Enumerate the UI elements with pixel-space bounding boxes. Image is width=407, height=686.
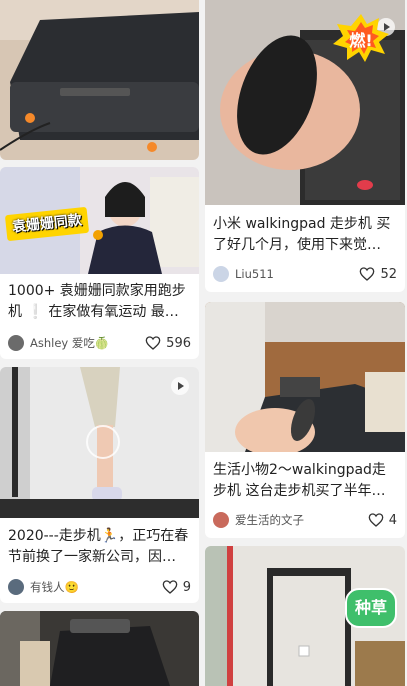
- like-button[interactable]: 52: [359, 266, 397, 282]
- avatar: [213, 266, 229, 282]
- card-caption: 生活小物2～walkingpad走步机 这台走步机买了半年…: [213, 462, 386, 499]
- author-name: Ashley 爱吃🍈: [30, 336, 110, 350]
- card-thumbnail: [0, 367, 199, 518]
- feed-card[interactable]: 2020---走步机🏃，正巧在春节前换了一家新公司，因… 有钱人🙂 9: [0, 367, 199, 603]
- like-button[interactable]: 596: [145, 335, 191, 351]
- avatar: [8, 579, 24, 595]
- sticker-text: 种草: [354, 598, 387, 617]
- card-meta: Ashley 爱吃🍈 596: [8, 333, 191, 353]
- card-caption: 1000+ 袁姗姗同款家用跑步机 ❕ 在家做有氧运动 最…: [8, 283, 186, 320]
- feed-card[interactable]: [0, 611, 199, 686]
- heart-icon: [368, 513, 384, 527]
- author-name: 有钱人🙂: [30, 580, 79, 594]
- heart-icon: [162, 580, 178, 594]
- like-count: 596: [166, 335, 191, 351]
- play-icon: [171, 377, 189, 395]
- like-count: 9: [182, 579, 191, 595]
- like-count: 52: [380, 266, 397, 282]
- feed-card[interactable]: 生活小物2～walkingpad走步机 这台走步机买了半年… 爱生活的文子 4: [205, 302, 405, 538]
- card-caption: 2020---走步机🏃，正巧在春节前换了一家新公司，因…: [8, 528, 189, 565]
- card-thumbnail: 袁姗姗同款: [0, 167, 199, 274]
- author-name: 爱生活的文子: [235, 513, 304, 527]
- avatar: [213, 512, 229, 528]
- heart-icon: [145, 336, 161, 350]
- feed-card[interactable]: 种草: [205, 546, 405, 686]
- card-meta: Liu511 52: [213, 264, 397, 284]
- like-button[interactable]: 9: [162, 579, 191, 595]
- card-thumbnail: [0, 0, 199, 160]
- like-button[interactable]: 4: [368, 512, 397, 528]
- card-thumbnail: [205, 302, 405, 452]
- card-thumbnail: 种草: [205, 546, 405, 686]
- burn-sticker: 燃!: [333, 14, 389, 62]
- feed-card[interactable]: 袁姗姗同款 1000+ 袁姗姗同款家用跑步机 ❕ 在家做有氧运动 最… Ashl…: [0, 167, 199, 359]
- card-thumbnail: [0, 611, 199, 686]
- card-meta: 有钱人🙂 9: [8, 577, 191, 597]
- feed-card[interactable]: 燃! 小米 walkingpad 走步机 买了好几个月，使用下来觉… Liu51…: [205, 0, 405, 292]
- avatar: [8, 335, 24, 351]
- heart-icon: [360, 267, 375, 281]
- grass-sticker: 种草: [345, 588, 397, 628]
- card-meta: 爱生活的文子 4: [213, 510, 397, 530]
- sticker-text: 燃!: [349, 31, 373, 50]
- feed-card[interactable]: [0, 0, 199, 160]
- like-count: 4: [388, 512, 397, 528]
- card-caption: 小米 walkingpad 走步机 买了好几个月，使用下来觉…: [213, 216, 391, 253]
- card-thumbnail: 燃!: [205, 0, 405, 205]
- author-name: Liu511: [235, 267, 274, 281]
